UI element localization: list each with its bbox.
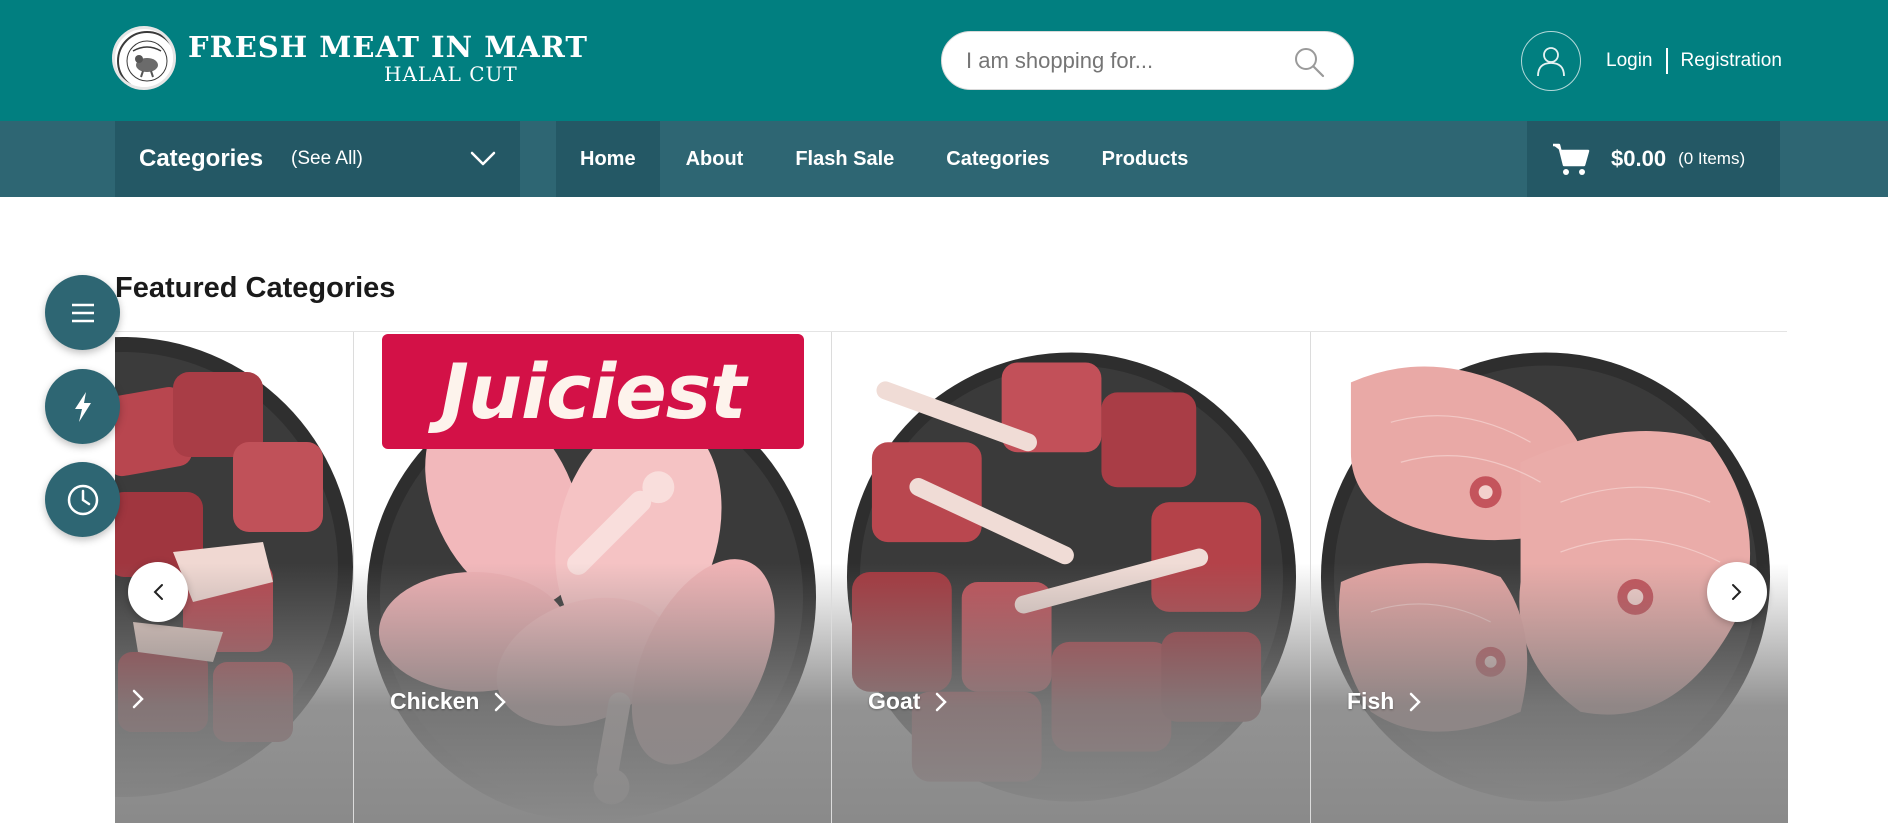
juiciest-badge: Juiciest: [382, 334, 804, 449]
nav-item-products[interactable]: Products: [1076, 121, 1215, 197]
categories-see-all[interactable]: (See All): [291, 148, 363, 170]
search-icon[interactable]: [1293, 46, 1325, 78]
nav-item-flash-sale[interactable]: Flash Sale: [769, 121, 920, 197]
brand-title: FRESH MEAT IN MART: [188, 30, 588, 64]
carousel-prev-button[interactable]: [128, 562, 188, 622]
chevron-right-icon: [495, 692, 507, 711]
featured-categories-title: Featured Categories: [115, 272, 396, 304]
menu-icon: [71, 303, 94, 322]
chevron-right-icon: [1732, 584, 1742, 600]
top-header: FRESH MEAT IN MART HALAL CUT Login Regis…: [0, 0, 1888, 121]
clock-icon: [67, 484, 98, 515]
account-area: Login Registration: [1521, 31, 1782, 91]
search-bar: [941, 31, 1354, 90]
nav-menu: Home About Flash Sale Categories Product…: [556, 121, 1214, 197]
chevron-right-icon: [1410, 692, 1422, 711]
category-card-goat[interactable]: Goat: [831, 332, 1310, 823]
chevron-right-icon: [936, 692, 948, 711]
categories-dropdown[interactable]: Categories (See All): [115, 121, 520, 197]
brand-subtitle: HALAL CUT: [384, 62, 518, 86]
featured-categories-carousel: Juiciest Chicken Goat Fish: [115, 332, 1788, 823]
login-link[interactable]: Login: [1606, 50, 1653, 72]
category-label-chicken[interactable]: Chicken: [390, 688, 507, 715]
chevron-down-icon: [470, 151, 496, 166]
category-label-fish[interactable]: Fish: [1347, 688, 1422, 715]
chevron-left-icon: [153, 584, 163, 600]
flash-sale-button[interactable]: [45, 369, 120, 444]
menu-button[interactable]: [45, 275, 120, 350]
auth-divider: [1665, 48, 1668, 74]
nav-item-categories[interactable]: Categories: [920, 121, 1075, 197]
category-card-chicken[interactable]: Juiciest Chicken: [353, 332, 831, 823]
category-label: [117, 688, 145, 710]
cart-button[interactable]: $0.00 (0 Items): [1527, 121, 1780, 197]
search-input[interactable]: [966, 47, 1286, 74]
chevron-right-icon: [132, 689, 144, 709]
nav-item-home[interactable]: Home: [556, 121, 660, 197]
category-label-goat[interactable]: Goat: [868, 688, 948, 715]
logo-seal: [112, 26, 176, 90]
flash-icon: [74, 391, 91, 422]
cart-amount: $0.00: [1611, 146, 1667, 171]
main-navbar: Categories (See All) Home About Flash Sa…: [0, 121, 1888, 197]
nav-item-about[interactable]: About: [660, 121, 770, 197]
carousel-next-button[interactable]: [1707, 562, 1767, 622]
user-icon[interactable]: [1521, 31, 1581, 91]
logo[interactable]: FRESH MEAT IN MART HALAL CUT: [112, 26, 588, 90]
cart-icon: [1553, 143, 1590, 175]
registration-link[interactable]: Registration: [1681, 50, 1782, 72]
recent-button[interactable]: [45, 462, 120, 537]
cart-item-count: (0 Items): [1678, 149, 1746, 168]
categories-dropdown-title: Categories: [139, 145, 264, 172]
